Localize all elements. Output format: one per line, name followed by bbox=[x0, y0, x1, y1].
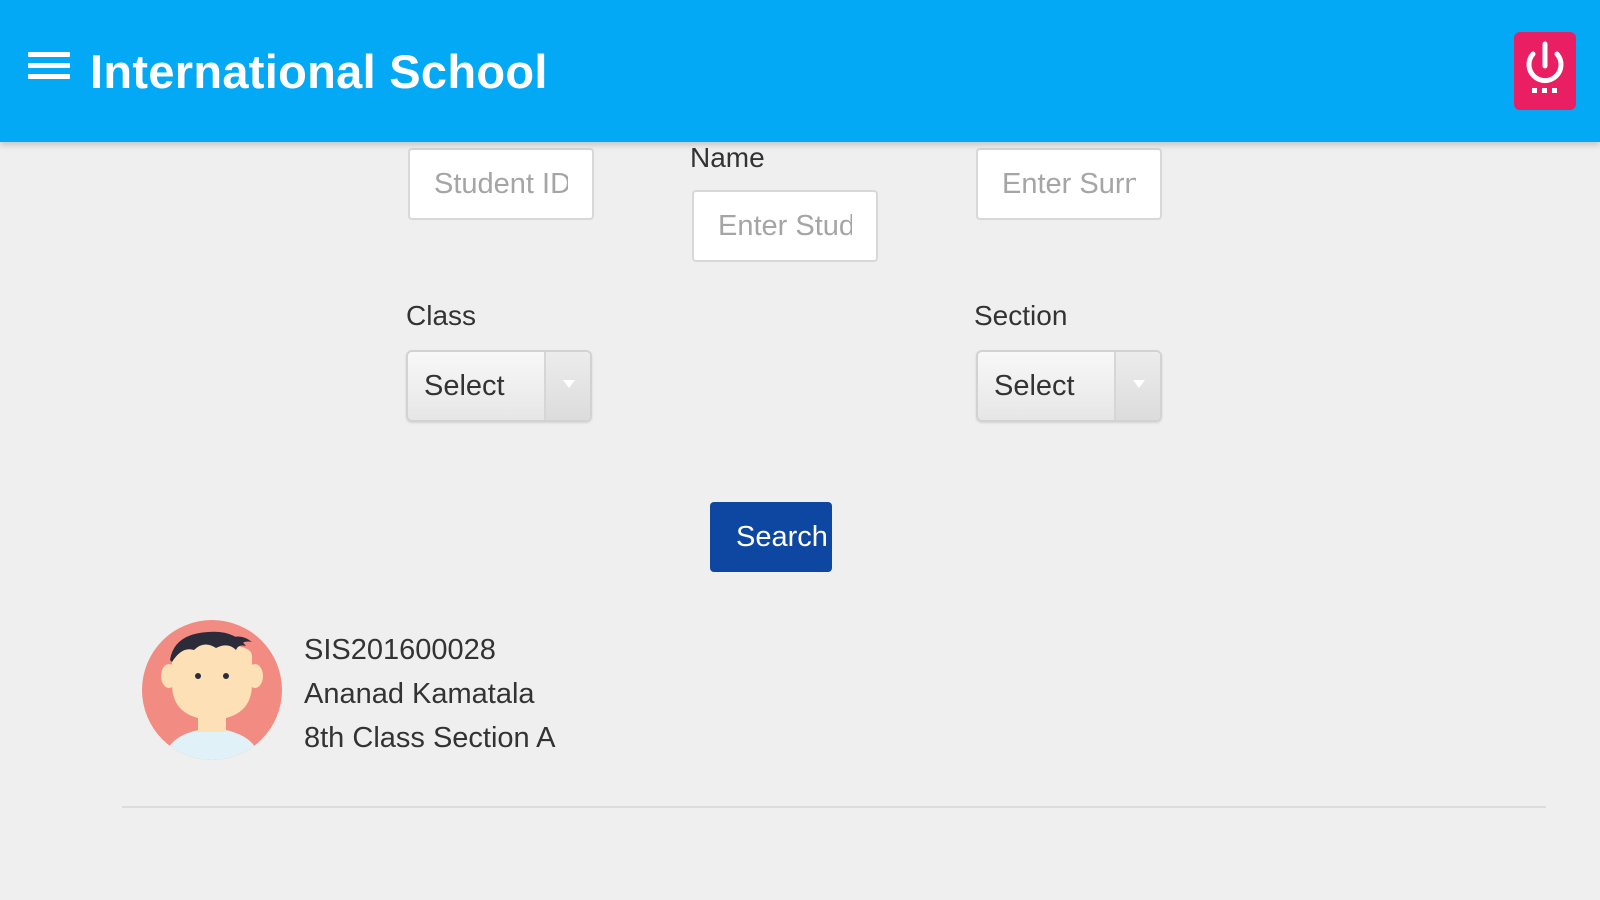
student-avatar-icon bbox=[142, 620, 282, 760]
section-dropdown-toggle[interactable] bbox=[1114, 352, 1160, 420]
search-button[interactable]: Search bbox=[710, 502, 832, 572]
class-select-value: Select bbox=[424, 370, 505, 402]
power-icon bbox=[1526, 41, 1564, 93]
class-label: Class bbox=[406, 300, 477, 331]
student-name: Ananad Kamatala bbox=[304, 678, 535, 710]
app-bar: International School bbox=[0, 0, 1600, 142]
surname-input[interactable] bbox=[976, 148, 1162, 220]
student-class-section: 8th Class Section A bbox=[304, 722, 556, 754]
student-result-item[interactable]: SIS201600028 Ananad Kamatala 8th Class S… bbox=[122, 620, 1546, 774]
list-divider bbox=[122, 806, 1546, 808]
chevron-down-icon bbox=[1133, 380, 1145, 388]
student-id: SIS201600028 bbox=[304, 634, 496, 666]
name-label: Name bbox=[690, 142, 765, 173]
section-select[interactable]: Select bbox=[976, 350, 1162, 422]
section-label: Section bbox=[974, 300, 1068, 331]
student-result-details: SIS201600028 Ananad Kamatala 8th Class S… bbox=[304, 628, 555, 760]
class-select[interactable]: Select bbox=[406, 350, 592, 422]
app-title: International School bbox=[90, 45, 548, 98]
class-dropdown-toggle[interactable] bbox=[544, 352, 590, 420]
menu-icon[interactable] bbox=[26, 48, 72, 84]
search-page: Name Class Select Section Select Search bbox=[0, 142, 1600, 900]
chevron-down-icon bbox=[563, 380, 575, 388]
student-name-input[interactable] bbox=[692, 190, 878, 262]
power-button[interactable] bbox=[1514, 32, 1576, 110]
section-select-value: Select bbox=[994, 370, 1075, 402]
student-id-input[interactable] bbox=[408, 148, 594, 220]
